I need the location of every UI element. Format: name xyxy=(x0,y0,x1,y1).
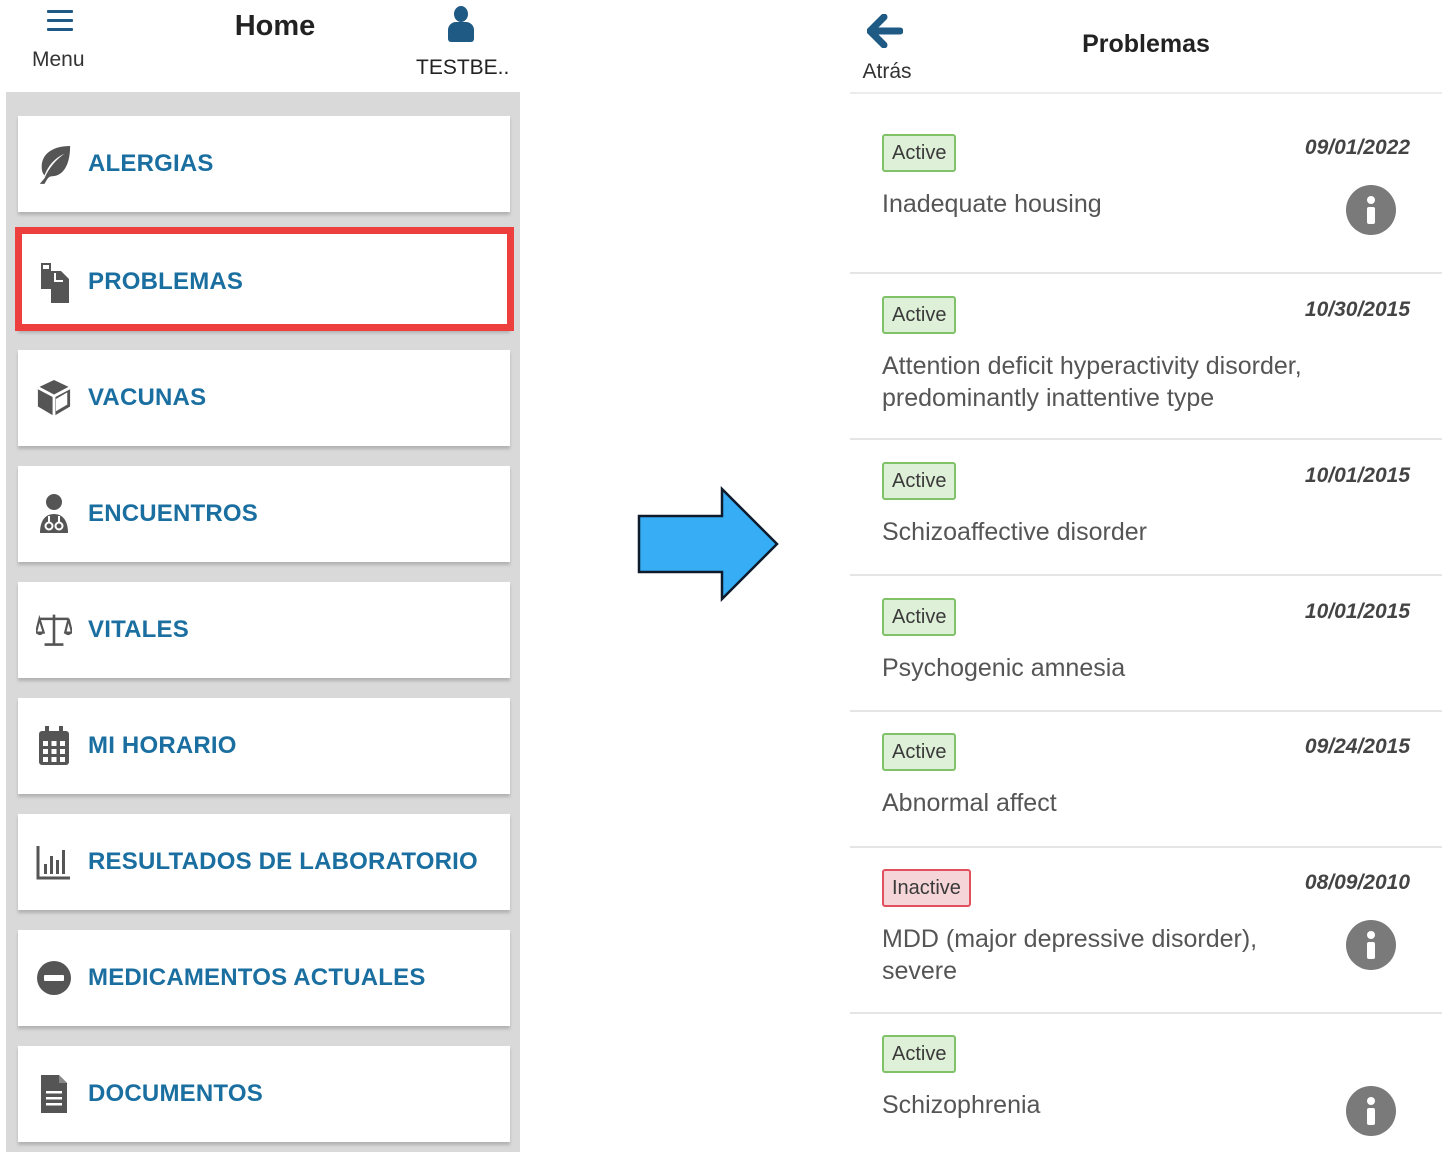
back-label: Atrás xyxy=(862,60,912,83)
menu-item-label: ALERGIAS xyxy=(88,150,214,177)
clipboard-copy-icon xyxy=(36,260,72,304)
menu-item-medicamentos-actuales[interactable]: MEDICAMENTOS ACTUALES xyxy=(18,930,510,1026)
menu-button[interactable]: Menu xyxy=(32,6,88,72)
page-title: Problemas xyxy=(1082,30,1210,58)
problem-name: Schizophrenia xyxy=(882,1091,1041,1119)
menu-item-label: PROBLEMAS xyxy=(88,268,244,295)
problem-name: Psychogenic amnesia xyxy=(882,654,1126,682)
problem-item[interactable]: Inactive 08/09/2010 MDD (major depressiv… xyxy=(850,848,1442,1014)
user-name-label: TESTBE.. xyxy=(416,56,510,79)
menu-item-label: MEDICAMENTOS ACTUALES xyxy=(88,964,426,991)
minus-circle-icon xyxy=(36,956,72,1000)
problem-date: 08/09/2010 xyxy=(1304,871,1410,894)
status-badge: Active xyxy=(882,134,957,172)
problem-item[interactable]: Active 10/30/2015 Attention deficit hype… xyxy=(850,274,1442,440)
status-badge: Active xyxy=(882,1035,957,1073)
menu-item-vacunas[interactable]: VACUNAS xyxy=(18,350,510,446)
menu-item-label: ENCUENTROS xyxy=(88,500,259,527)
menu-item-label: DOCUMENTOS xyxy=(88,1080,263,1107)
status-badge: Inactive xyxy=(882,869,971,907)
transition-arrow-icon xyxy=(637,486,779,602)
menu-item-vitales[interactable]: VITALES xyxy=(18,582,510,678)
problem-item[interactable]: Active 10/01/2015 Psychogenic amnesia xyxy=(850,576,1442,712)
balance-scale-icon xyxy=(36,608,72,652)
problem-name: Schizoaffective disorder xyxy=(882,518,1147,546)
bar-chart-icon xyxy=(36,840,72,884)
user-profile-button[interactable]: TESTBE.. xyxy=(416,6,510,82)
problem-date: 10/01/2015 xyxy=(1304,600,1410,623)
back-arrow-icon xyxy=(867,14,903,48)
problem-item[interactable]: Active Schizophrenia xyxy=(850,1014,1442,1152)
calendar-icon xyxy=(36,724,72,768)
menu-item-alergias[interactable]: ALERGIAS xyxy=(18,116,510,212)
status-badge: Active xyxy=(882,598,957,636)
hamburger-icon xyxy=(47,6,73,31)
menu-item-label: VACUNAS xyxy=(88,384,207,411)
problem-name: Abnormal affect xyxy=(882,789,1057,817)
menu-item-label: VITALES xyxy=(88,616,189,643)
menu-item-encuentros[interactable]: ENCUENTROS xyxy=(18,466,510,562)
problem-name: MDD (major depressive disorder), severe xyxy=(882,925,1258,985)
problem-date: 09/01/2022 xyxy=(1304,136,1410,159)
info-icon[interactable] xyxy=(1346,185,1396,235)
menu-label: Menu xyxy=(32,48,85,71)
menu-item-mi-horario[interactable]: MI HORARIO xyxy=(18,698,510,794)
menu-item-problemas[interactable]: PROBLEMAS xyxy=(18,234,510,330)
problem-date: 10/01/2015 xyxy=(1304,464,1410,487)
menu-item-label: MI HORARIO xyxy=(88,732,237,759)
problem-name: Inadequate housing xyxy=(882,190,1102,218)
problems-screen: Atrás Problemas Active 09/01/2022 Inadeq… xyxy=(850,0,1442,1152)
problem-item[interactable]: Active 09/01/2022 Inadequate housing xyxy=(850,96,1442,274)
user-icon xyxy=(446,6,476,42)
cube-icon xyxy=(36,376,72,420)
menu-item-resultados-de-laboratorio[interactable]: RESULTADOS DE LABORATORIO xyxy=(18,814,510,910)
info-icon[interactable] xyxy=(1346,920,1396,970)
menu-item-documentos[interactable]: DOCUMENTOS xyxy=(18,1046,510,1142)
status-badge: Active xyxy=(882,296,957,334)
info-icon[interactable] xyxy=(1346,1086,1396,1136)
problem-item[interactable]: Active 09/24/2015 Abnormal affect xyxy=(850,712,1442,848)
status-badge: Active xyxy=(882,733,957,771)
home-screen: Menu Home TESTBE.. ALERGIAS PROBLEMAS VA… xyxy=(0,0,522,1152)
problem-date: 09/24/2015 xyxy=(1304,735,1410,758)
menu-item-label: RESULTADOS DE LABORATORIO xyxy=(88,848,478,875)
document-icon xyxy=(36,1072,72,1116)
home-header: Menu Home TESTBE.. xyxy=(0,0,522,92)
doctor-icon xyxy=(36,492,72,536)
problem-item[interactable]: Active 10/01/2015 Schizoaffective disord… xyxy=(850,440,1442,576)
problem-name: Attention deficit hyperactivity disorder… xyxy=(882,352,1302,412)
back-button[interactable]: Atrás xyxy=(854,12,920,88)
status-badge: Active xyxy=(882,462,957,500)
leaf-icon xyxy=(36,142,72,186)
problems-header: Atrás Problemas xyxy=(850,0,1442,94)
problem-date: 10/30/2015 xyxy=(1304,298,1410,321)
page-title: Home xyxy=(234,10,316,42)
